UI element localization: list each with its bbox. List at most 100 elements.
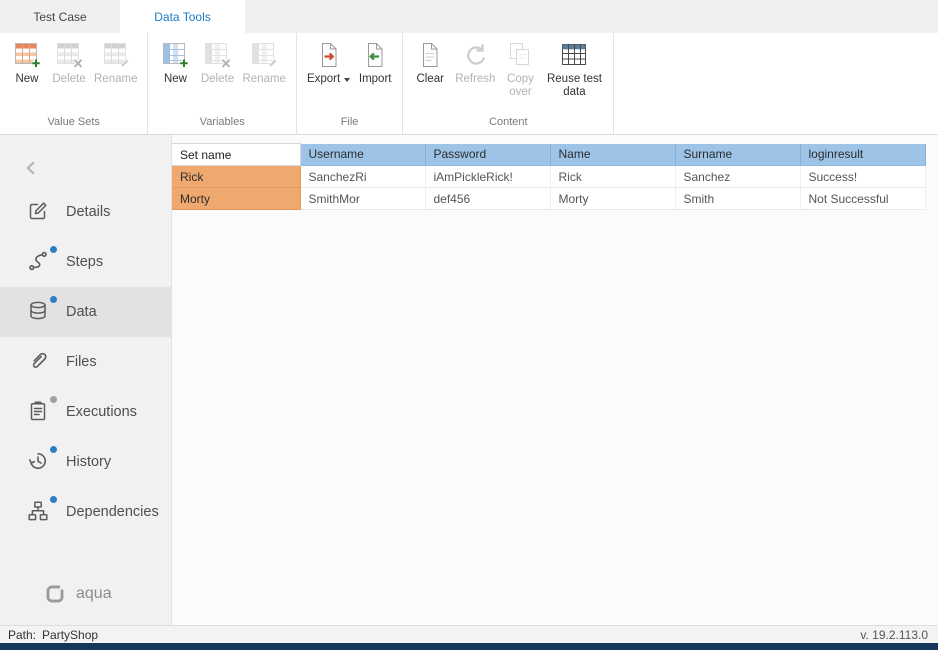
sidebar-item-data[interactable]: Data xyxy=(0,287,171,337)
reuse-test-data-button[interactable]: Reuse test data xyxy=(541,38,607,101)
column-header-loginresult: loginresult xyxy=(800,144,925,166)
copy-over-button[interactable]: Copy over xyxy=(499,38,541,101)
status-bar: Path: PartyShop v. 19.2.113.0 xyxy=(0,625,938,643)
ribbon-group-label: Value Sets xyxy=(6,112,141,133)
button-label: Clear xyxy=(416,73,443,86)
variable-table-pencil-icon xyxy=(248,40,280,70)
ribbon-group-file: Export Import File xyxy=(297,33,403,134)
path-label: Path: xyxy=(8,628,36,642)
value-set-table-pencil-icon xyxy=(100,40,132,70)
sidebar-item-dependencies[interactable]: Dependencies xyxy=(0,487,171,537)
button-label: Import xyxy=(359,73,392,86)
value-sets-rename-button[interactable]: Rename xyxy=(90,38,141,88)
aqua-logo-text: aqua xyxy=(76,585,112,603)
data-grid-area: Set name Username Password Name Surname … xyxy=(172,135,938,625)
sidebar-item-label: Data xyxy=(66,304,97,320)
table-cell[interactable]: Not Successful xyxy=(800,188,925,210)
chevron-left-icon xyxy=(20,157,42,179)
value-set-table-plus-icon xyxy=(11,40,43,70)
version-label: v. 19.2.113.0 xyxy=(860,628,928,642)
document-import-icon xyxy=(359,40,391,70)
steps-notification-badge xyxy=(50,246,57,253)
button-label: Reuse test data xyxy=(545,73,603,99)
column-header-username: Username xyxy=(300,144,425,166)
table-cell[interactable]: Success! xyxy=(800,166,925,188)
body: Details Steps xyxy=(0,135,938,625)
ribbon-group-variables: New Delete xyxy=(148,33,296,134)
value-sets-new-button[interactable]: New xyxy=(6,38,48,88)
ribbon-group-label: Variables xyxy=(154,112,289,133)
collapse-sidebar-button[interactable] xyxy=(0,149,171,187)
sidebar-item-label: History xyxy=(66,454,111,470)
table-cell[interactable]: Rick xyxy=(550,166,675,188)
sidebar-item-label: Details xyxy=(66,204,110,220)
ribbon-group-content: Clear Refresh xyxy=(403,33,614,134)
ribbon-group-label: File xyxy=(303,112,396,133)
data-notification-badge xyxy=(50,296,57,303)
button-label: Delete xyxy=(52,73,85,86)
variables-rename-button[interactable]: Rename xyxy=(238,38,289,88)
history-clock-icon xyxy=(26,449,52,475)
variable-table-x-icon xyxy=(201,40,233,70)
clear-button[interactable]: Clear xyxy=(409,38,451,88)
path-value: PartyShop xyxy=(42,628,98,642)
paperclip-icon xyxy=(26,349,52,375)
document-blank-icon xyxy=(414,40,446,70)
table-cell[interactable]: Morty xyxy=(550,188,675,210)
import-button[interactable]: Import xyxy=(354,38,396,88)
aqua-logo-icon xyxy=(42,581,68,607)
ribbon: New Delete xyxy=(0,33,938,135)
table-cell[interactable]: iAmPickleRick! xyxy=(425,166,550,188)
dependencies-notification-badge xyxy=(50,496,57,503)
export-dropdown-caret-icon xyxy=(344,78,350,82)
table-cell[interactable]: Smith xyxy=(675,188,800,210)
tab-test-case[interactable]: Test Case xyxy=(0,0,120,33)
sidebar-item-history[interactable]: History xyxy=(0,437,171,487)
sidebar-item-files[interactable]: Files xyxy=(0,337,171,387)
column-header-set-name: Set name xyxy=(172,144,300,166)
sidebar-item-executions[interactable]: Executions xyxy=(0,387,171,437)
sidebar-item-label: Steps xyxy=(66,254,103,270)
sidebar-item-details[interactable]: Details xyxy=(0,187,171,237)
sidebar-item-label: Dependencies xyxy=(66,504,159,520)
button-label: Refresh xyxy=(455,73,495,86)
ribbon-group-value-sets: New Delete xyxy=(0,33,148,134)
tab-data-tools[interactable]: Data Tools xyxy=(120,0,245,33)
table-cell[interactable]: Sanchez xyxy=(675,166,800,188)
set-name-cell[interactable]: Morty xyxy=(172,188,300,210)
sidebar-item-label: Files xyxy=(66,354,97,370)
header-row: Set name Username Password Name Surname … xyxy=(172,144,925,166)
steps-path-icon xyxy=(26,249,52,275)
tab-bar: Test Case Data Tools xyxy=(0,0,938,33)
sidebar-item-steps[interactable]: Steps xyxy=(0,237,171,287)
table-cell[interactable]: SanchezRi xyxy=(300,166,425,188)
button-label: Delete xyxy=(201,73,234,86)
button-label: Export xyxy=(307,73,340,86)
table-cell[interactable]: SmithMor xyxy=(300,188,425,210)
button-label: New xyxy=(15,73,38,86)
hierarchy-icon xyxy=(26,499,52,525)
table-cell[interactable]: def456 xyxy=(425,188,550,210)
ribbon-group-label: Content xyxy=(409,112,607,133)
set-name-cell[interactable]: Rick xyxy=(172,166,300,188)
value-sets-delete-button[interactable]: Delete xyxy=(48,38,90,88)
history-notification-badge xyxy=(50,446,57,453)
copy-documents-icon xyxy=(504,40,536,70)
button-label: Rename xyxy=(94,73,137,86)
refresh-button[interactable]: Refresh xyxy=(451,38,499,88)
sidebar-item-label: Executions xyxy=(66,404,137,420)
bottom-accent-bar xyxy=(0,643,938,650)
aqua-logo: aqua xyxy=(0,581,171,607)
document-export-icon xyxy=(313,40,345,70)
edit-pencil-icon xyxy=(26,199,52,225)
table-row: Rick SanchezRi iAmPickleRick! Rick Sanch… xyxy=(172,166,925,188)
variables-delete-button[interactable]: Delete xyxy=(196,38,238,88)
variables-new-button[interactable]: New xyxy=(154,38,196,88)
table-row: Morty SmithMor def456 Morty Smith Not Su… xyxy=(172,188,925,210)
database-icon xyxy=(26,299,52,325)
column-header-password: Password xyxy=(425,144,550,166)
export-button[interactable]: Export xyxy=(303,38,354,88)
variable-table-plus-icon xyxy=(159,40,191,70)
table-grid-icon xyxy=(558,40,590,70)
test-data-table: Set name Username Password Name Surname … xyxy=(172,143,926,210)
